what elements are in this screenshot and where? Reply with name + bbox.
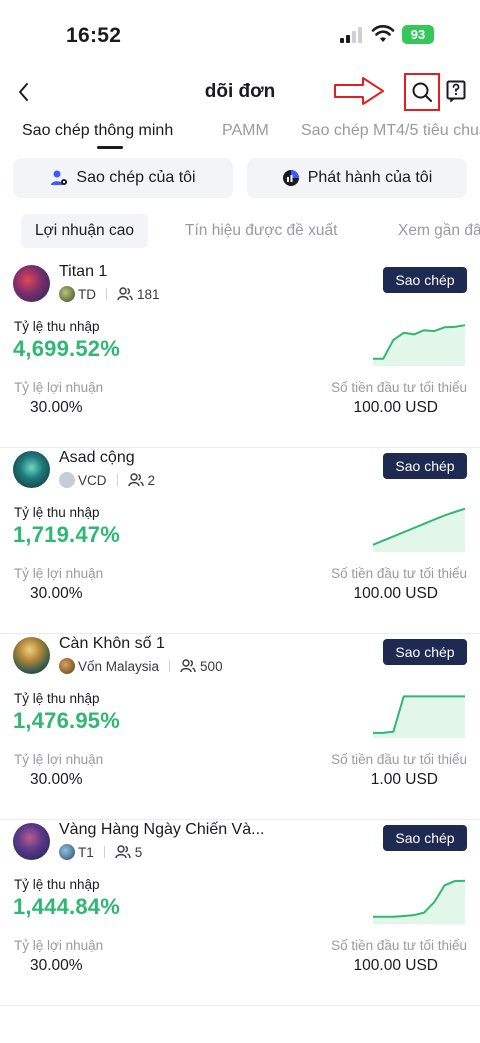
trader-avatar bbox=[13, 637, 50, 674]
income-rate-value: 1,719.47% bbox=[13, 522, 120, 547]
tab-high-profit[interactable]: Lợi nhuận cao bbox=[21, 214, 148, 248]
copy-button[interactable]: Sao chép bbox=[383, 453, 467, 479]
trader-tag: TD bbox=[78, 286, 96, 302]
tag-icon bbox=[59, 286, 75, 302]
trader-tag: VCD bbox=[78, 472, 107, 488]
tag-icon bbox=[59, 658, 75, 674]
profit-share-label: Tỷ lệ lợi nhuận bbox=[14, 566, 104, 581]
profit-sparkline bbox=[373, 324, 466, 366]
followers-icon bbox=[127, 473, 144, 487]
divider bbox=[116, 474, 118, 486]
tab-pamm[interactable]: PAMM bbox=[222, 122, 269, 140]
my-copies-button[interactable]: Sao chép của tôi bbox=[13, 158, 233, 198]
min-invest-value: 100.00 USD bbox=[353, 957, 438, 974]
copy-button[interactable]: Sao chép bbox=[383, 267, 467, 293]
trader-avatar bbox=[13, 451, 50, 488]
follower-count: 5 bbox=[134, 844, 143, 860]
my-publishing-label: Phát hành của tôi bbox=[307, 169, 433, 186]
status-bar: 16:52 93 bbox=[0, 0, 480, 70]
search-icon bbox=[412, 82, 432, 102]
trader-name: Vàng Hàng Ngày Chiến Và... bbox=[59, 821, 265, 838]
income-rate-label: Tỷ lệ thu nhập bbox=[14, 691, 100, 706]
income-rate-value: 4,699.52% bbox=[13, 336, 120, 361]
income-rate-label: Tỷ lệ thu nhập bbox=[14, 877, 100, 892]
trader-meta: TD 181 bbox=[59, 286, 160, 302]
trader-name: Titan 1 bbox=[59, 263, 108, 280]
wifi-icon bbox=[371, 25, 395, 42]
search-button[interactable] bbox=[404, 73, 440, 111]
min-invest-label: Số tiền đầu tư tối thiểu bbox=[331, 380, 467, 395]
income-rate-label: Tỷ lệ thu nhập bbox=[14, 505, 100, 520]
profit-sparkline bbox=[372, 507, 466, 552]
tab-mt4-mt5-copy[interactable]: Sao chép MT4/5 tiêu chuẩn bbox=[301, 122, 480, 140]
trader-name: Càn Khôn số 1 bbox=[59, 635, 165, 652]
divider bbox=[106, 288, 107, 300]
trader-card[interactable]: Titan 1 TD 181 Sao chép Tỷ lệ thu nhập 4… bbox=[0, 262, 480, 448]
profit-share-value: 30.00% bbox=[30, 585, 83, 602]
publish-chart-icon bbox=[282, 169, 300, 187]
followers-icon bbox=[117, 287, 133, 301]
nav-bar: dõi đơn bbox=[0, 70, 480, 114]
filter-tabs: Lợi nhuận cao Tín hiệu được đề xuất Xem … bbox=[0, 214, 480, 250]
battery-indicator: 93 bbox=[402, 25, 434, 44]
profit-share-label: Tỷ lệ lợi nhuận bbox=[14, 938, 104, 953]
default-user-icon bbox=[59, 472, 75, 488]
status-time: 16:52 bbox=[66, 24, 122, 47]
tab-recently-viewed[interactable]: Xem gần đây bbox=[398, 214, 480, 248]
trader-card[interactable]: Asad cộng VCD 2 Sao chép Tỷ lệ thu nhập … bbox=[0, 448, 480, 634]
profit-sparkline bbox=[373, 879, 466, 924]
main-tabs: Sao chép thông minh PAMM Sao chép MT4/5 … bbox=[0, 118, 480, 154]
followers-icon bbox=[180, 659, 196, 673]
copy-button[interactable]: Sao chép bbox=[383, 639, 467, 665]
min-invest-label: Số tiền đầu tư tối thiểu bbox=[331, 566, 467, 581]
income-rate-value: 1,444.84% bbox=[13, 894, 120, 919]
min-invest-value: 100.00 USD bbox=[353, 399, 438, 416]
active-tab-indicator bbox=[97, 146, 123, 149]
tag-icon bbox=[59, 844, 75, 860]
followers-icon bbox=[115, 845, 131, 859]
trader-meta: T1 5 bbox=[59, 844, 142, 860]
my-copies-label: Sao chép của tôi bbox=[76, 169, 196, 186]
user-settings-icon bbox=[50, 169, 68, 187]
profit-share-label: Tỷ lệ lợi nhuận bbox=[14, 752, 104, 767]
my-publishing-button[interactable]: Phát hành của tôi bbox=[247, 158, 467, 198]
trader-name: Asad cộng bbox=[59, 449, 135, 466]
trader-avatar bbox=[13, 823, 50, 860]
trader-card[interactable]: Vàng Hàng Ngày Chiến Và... T1 5 Sao chép… bbox=[0, 820, 480, 1006]
divider bbox=[103, 846, 105, 858]
min-invest-value: 100.00 USD bbox=[353, 585, 438, 602]
divider bbox=[169, 660, 171, 672]
sparkline-area bbox=[373, 508, 465, 552]
help-document-icon[interactable] bbox=[446, 80, 466, 102]
profit-share-value: 30.00% bbox=[30, 771, 83, 788]
tab-recommended-signals[interactable]: Tín hiệu được đề xuất bbox=[185, 214, 337, 248]
profit-share-label: Tỷ lệ lợi nhuận bbox=[14, 380, 104, 395]
min-invest-value: 1.00 USD bbox=[370, 771, 438, 788]
follower-count: 2 bbox=[147, 472, 156, 488]
income-rate-value: 1,476.95% bbox=[13, 708, 120, 733]
trader-meta: VCD 2 bbox=[59, 472, 155, 488]
min-invest-label: Số tiền đầu tư tối thiểu bbox=[331, 938, 467, 953]
profit-sparkline bbox=[373, 695, 465, 738]
trader-tag: Vốn Malaysia bbox=[78, 658, 160, 674]
tab-smart-copy[interactable]: Sao chép thông minh bbox=[22, 122, 173, 140]
cellular-signal-icon bbox=[340, 27, 366, 43]
profit-share-value: 30.00% bbox=[30, 399, 83, 416]
income-rate-label: Tỷ lệ thu nhập bbox=[14, 319, 100, 334]
trader-avatar bbox=[13, 265, 50, 302]
trader-meta: Vốn Malaysia 500 bbox=[59, 658, 223, 674]
follower-count: 500 bbox=[200, 658, 223, 674]
arrow-right-icon bbox=[334, 77, 384, 105]
follower-count: 181 bbox=[137, 286, 160, 302]
profit-share-value: 30.00% bbox=[30, 957, 83, 974]
min-invest-label: Số tiền đầu tư tối thiểu bbox=[331, 752, 467, 767]
trader-card[interactable]: Càn Khôn số 1 Vốn Malaysia 500 Sao chép … bbox=[0, 634, 480, 820]
trader-tag: T1 bbox=[78, 844, 94, 860]
copy-button[interactable]: Sao chép bbox=[383, 825, 467, 851]
